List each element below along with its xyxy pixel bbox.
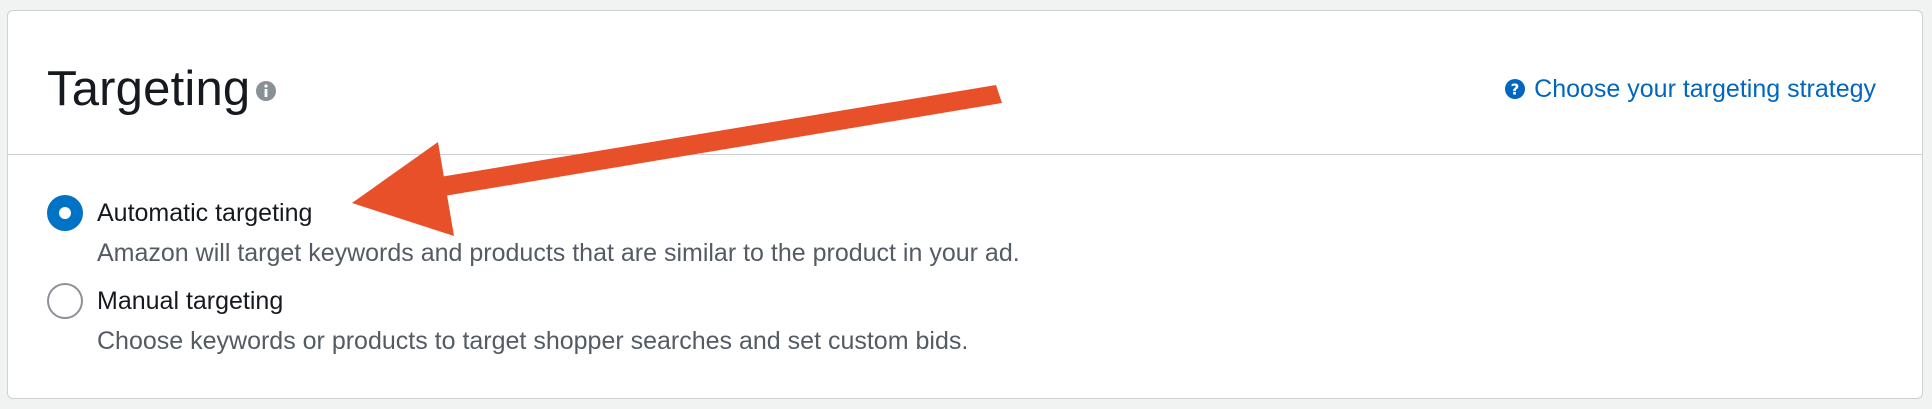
manual-targeting-radio[interactable] bbox=[47, 283, 83, 319]
targeting-card: Targeting ? Choose your targeting strate… bbox=[7, 10, 1923, 399]
automatic-targeting-description: Amazon will target keywords and products… bbox=[97, 239, 1020, 267]
automatic-targeting-label[interactable]: Automatic targeting bbox=[97, 195, 312, 231]
svg-text:?: ? bbox=[1511, 81, 1520, 99]
automatic-targeting-radio[interactable] bbox=[47, 195, 83, 231]
manual-targeting-description: Choose keywords or products to target sh… bbox=[97, 327, 969, 355]
manual-targeting-label[interactable]: Manual targeting bbox=[97, 283, 283, 319]
choose-strategy-link[interactable]: ? Choose your targeting strategy bbox=[1504, 71, 1876, 107]
question-circle-icon: ? bbox=[1505, 79, 1526, 99]
page-title: Targeting bbox=[47, 62, 251, 116]
info-circle-icon[interactable] bbox=[255, 80, 277, 102]
choose-strategy-label: Choose your targeting strategy bbox=[1534, 75, 1876, 103]
card-header: Targeting ? Choose your targeting strate… bbox=[8, 11, 1922, 155]
